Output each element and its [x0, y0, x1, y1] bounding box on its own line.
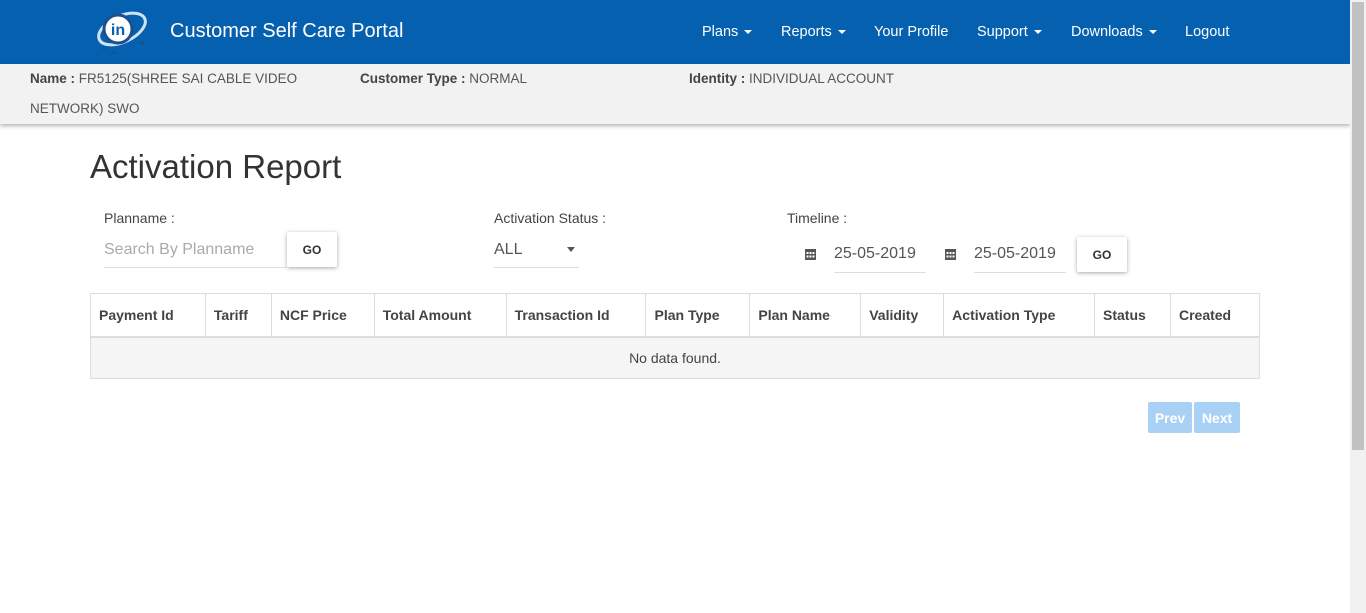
nav-plans-label: Plans	[702, 24, 739, 40]
nav-support[interactable]: Support	[977, 24, 1042, 40]
timeline-go-button[interactable]: GO	[1077, 237, 1127, 272]
nav-logout-label: Logout	[1185, 24, 1230, 40]
nav-logout[interactable]: Logout	[1185, 24, 1229, 40]
nav-your-profile[interactable]: Your Profile	[874, 24, 948, 40]
nav-plans[interactable]: Plans	[702, 24, 753, 40]
to-date-input[interactable]: 25-05-2019	[974, 237, 1066, 273]
activation-status-select[interactable]: ALL	[494, 232, 579, 268]
activation-report-table: Payment Id Tariff NCF Price Total Amount…	[90, 293, 1261, 379]
planname-go-button[interactable]: GO	[287, 232, 337, 267]
table-row: No data found.	[90, 336, 1260, 379]
column-header: NCF Price	[270, 293, 375, 338]
column-header: Payment Id	[90, 293, 206, 338]
column-header: Validity	[860, 293, 945, 338]
calendar-icon[interactable]	[945, 248, 956, 260]
column-header: Activation Type	[943, 293, 1096, 338]
column-header: Created	[1169, 293, 1261, 338]
chevron-down-icon	[1033, 30, 1042, 35]
column-header: Plan Type	[645, 293, 751, 338]
customer-identity-label: Identity :	[689, 71, 746, 86]
empty-table-message: No data found.	[90, 336, 1260, 379]
customer-type-value: NORMAL	[469, 71, 528, 86]
column-header: Tariff	[204, 293, 272, 338]
customer-type: Customer Type : NORMAL	[360, 64, 527, 94]
activation-status-label: Activation Status :	[494, 210, 607, 226]
nav-your-profile-label: Your Profile	[874, 24, 949, 40]
chevron-down-icon	[837, 30, 846, 35]
customer-name: Name : FR5125(SHREE SAI CABLE VIDEO	[30, 64, 297, 94]
planname-label: Planname :	[104, 210, 175, 226]
svg-text:in: in	[111, 22, 125, 39]
page-title: Activation Report	[90, 148, 342, 185]
chevron-down-icon	[1148, 30, 1157, 35]
customer-name-label: Name :	[30, 71, 76, 86]
nav-reports[interactable]: Reports	[781, 24, 846, 40]
calendar-icon[interactable]	[805, 248, 816, 260]
customer-identity-value: INDIVIDUAL ACCOUNT	[749, 71, 895, 86]
customer-type-label: Customer Type :	[360, 71, 466, 86]
nav-reports-label: Reports	[781, 24, 832, 40]
column-header: Total Amount	[373, 293, 507, 338]
customer-identity: Identity : INDIVIDUAL ACCOUNT	[689, 64, 894, 94]
activation-status-value: ALL	[494, 241, 523, 258]
nav-support-label: Support	[977, 24, 1028, 40]
vertical-scrollbar[interactable]	[1350, 0, 1366, 613]
customer-name-continued: NETWORK) SWO	[30, 101, 140, 116]
scrollbar-thumb[interactable]	[1352, 2, 1364, 450]
from-date-input[interactable]: 25-05-2019	[834, 237, 926, 273]
chevron-down-icon	[744, 30, 753, 35]
top-navbar: in Customer Self Care Portal Plans Repor…	[0, 0, 1350, 64]
caret-down-icon	[567, 247, 575, 252]
column-header: Plan Name	[749, 293, 862, 338]
company-logo: in	[97, 11, 147, 55]
nav-downloads-label: Downloads	[1071, 24, 1143, 40]
prev-page-button[interactable]: Prev	[1148, 402, 1192, 433]
table-header-row: Payment Id Tariff NCF Price Total Amount…	[90, 293, 1261, 338]
column-header: Transaction Id	[505, 293, 647, 338]
customer-name-value: FR5125(SHREE SAI CABLE VIDEO	[78, 71, 298, 86]
planname-search-input[interactable]	[104, 232, 286, 268]
customer-info-bar: Name : FR5125(SHREE SAI CABLE VIDEO NETW…	[0, 64, 1350, 124]
column-header: Status	[1094, 293, 1171, 338]
timeline-label: Timeline :	[787, 210, 848, 226]
next-page-button[interactable]: Next	[1194, 402, 1240, 433]
portal-title: Customer Self Care Portal	[170, 20, 404, 42]
nav-downloads[interactable]: Downloads	[1071, 24, 1157, 40]
